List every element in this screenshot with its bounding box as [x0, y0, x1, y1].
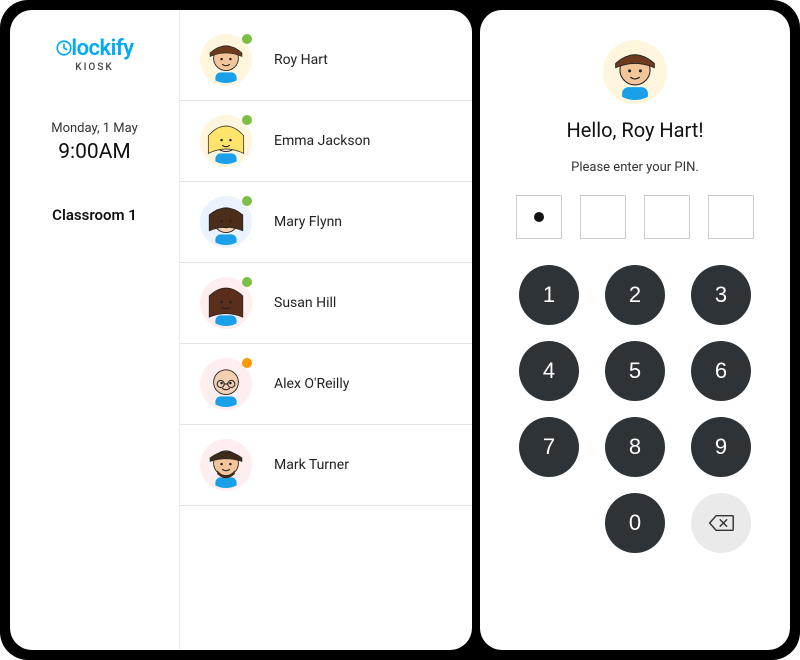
- selected-user-avatar: [603, 40, 667, 104]
- current-time: 9:00AM: [24, 140, 165, 164]
- sidebar: lockify KIOSK Monday, 1 May 9:00AM Class…: [10, 10, 180, 650]
- user-name-label: Emma Jackson: [274, 133, 370, 149]
- keypad-key-1[interactable]: 1: [519, 265, 579, 325]
- device-frame: lockify KIOSK Monday, 1 May 9:00AM Class…: [0, 0, 800, 660]
- user-row[interactable]: Emma Jackson: [180, 101, 472, 182]
- pin-digit-box[interactable]: [580, 195, 626, 239]
- logo-text: lockify: [71, 36, 133, 61]
- location-label: Classroom 1: [24, 206, 165, 224]
- keypad-key-5[interactable]: 5: [605, 341, 665, 401]
- status-dot-icon: [242, 277, 252, 287]
- user-row[interactable]: Alex O'Reilly: [180, 344, 472, 425]
- user-avatar-wrap: [200, 34, 252, 86]
- pin-dot-icon: [534, 212, 544, 222]
- keypad-backspace[interactable]: [691, 493, 751, 553]
- keypad-key-2[interactable]: 2: [605, 265, 665, 325]
- status-dot-icon: [242, 358, 252, 368]
- pin-digit-box[interactable]: [516, 195, 562, 239]
- user-avatar-wrap: [200, 358, 252, 410]
- pin-instruction: Please enter your PIN.: [571, 160, 699, 175]
- pin-digit-box[interactable]: [644, 195, 690, 239]
- status-dot-icon: [242, 196, 252, 206]
- user-name-label: Mark Turner: [274, 457, 349, 473]
- keypad-key-8[interactable]: 8: [605, 417, 665, 477]
- pin-entry-screen: Hello, Roy Hart! Please enter your PIN. …: [480, 10, 790, 650]
- user-row[interactable]: Susan Hill: [180, 263, 472, 344]
- keypad-key-0[interactable]: 0: [605, 493, 665, 553]
- user-row[interactable]: Roy Hart: [180, 20, 472, 101]
- keypad-key-3[interactable]: 3: [691, 265, 751, 325]
- keypad-key-6[interactable]: 6: [691, 341, 751, 401]
- backspace-icon: [708, 513, 734, 533]
- app-logo: lockify KIOSK: [24, 38, 165, 73]
- user-avatar-wrap: [200, 439, 252, 491]
- date-time-block: Monday, 1 May 9:00AM: [24, 121, 165, 164]
- pin-keypad: 123 456 7890: [519, 265, 751, 553]
- logo-sublabel: KIOSK: [24, 63, 165, 73]
- user-avatar-wrap: [200, 277, 252, 329]
- user-name-label: Alex O'Reilly: [274, 376, 349, 392]
- kiosk-screen: lockify KIOSK Monday, 1 May 9:00AM Class…: [10, 10, 472, 650]
- status-dot-icon: [242, 115, 252, 125]
- user-avatar-wrap: [200, 196, 252, 248]
- keypad-key-7[interactable]: 7: [519, 417, 579, 477]
- user-row[interactable]: Mary Flynn: [180, 182, 472, 263]
- current-date: Monday, 1 May: [24, 121, 165, 136]
- user-avatar-wrap: [200, 115, 252, 167]
- user-name-label: Susan Hill: [274, 295, 336, 311]
- pin-digit-box[interactable]: [708, 195, 754, 239]
- keypad-key-4[interactable]: 4: [519, 341, 579, 401]
- greeting-text: Hello, Roy Hart!: [566, 118, 703, 142]
- user-list: Roy Hart Emma Jackson: [180, 10, 472, 650]
- status-dot-icon: [242, 34, 252, 44]
- user-name-label: Roy Hart: [274, 52, 328, 68]
- user-name-label: Mary Flynn: [274, 214, 342, 230]
- user-row[interactable]: Mark Turner: [180, 425, 472, 506]
- keypad-key-9[interactable]: 9: [691, 417, 751, 477]
- pin-input-boxes: [516, 195, 754, 239]
- user-avatar: [200, 439, 252, 491]
